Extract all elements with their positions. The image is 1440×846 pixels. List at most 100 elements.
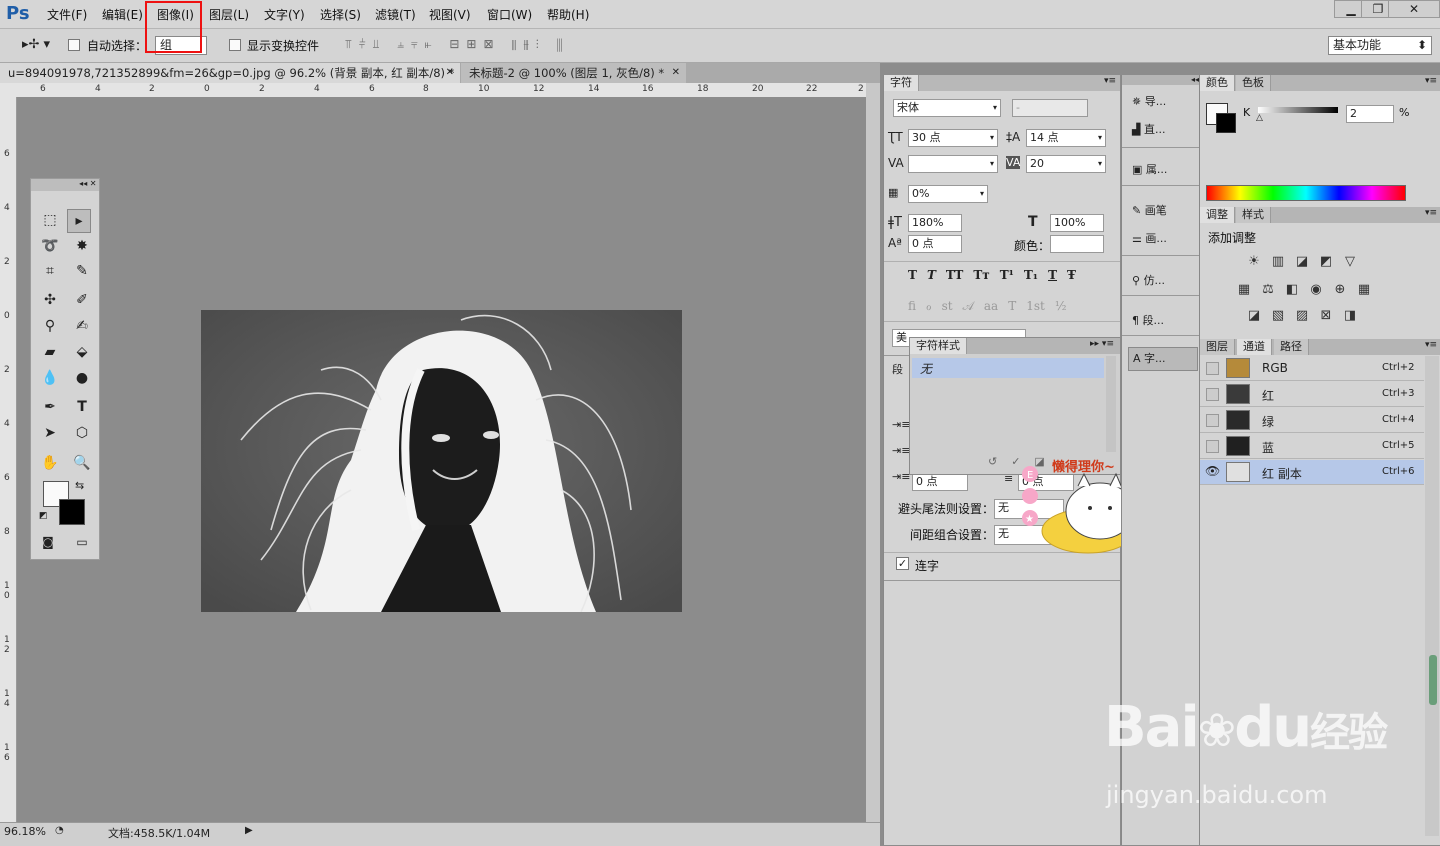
brush-dock-item[interactable]: ✎ 画笔	[1132, 202, 1167, 218]
small-caps-button[interactable]: Tт	[973, 268, 989, 282]
zoom-tool-icon[interactable]: 🔍	[71, 452, 93, 474]
healing-brush-icon[interactable]: ✣	[39, 289, 61, 311]
tab-channels[interactable]: 通道	[1237, 339, 1272, 355]
slider-handle-icon[interactable]: △	[1256, 113, 1263, 123]
channel-mixer-icon[interactable]: ⊕	[1332, 283, 1348, 297]
eraser-icon[interactable]: ▰	[39, 341, 61, 363]
show-transform-checkbox[interactable]	[229, 39, 241, 51]
zoom-level[interactable]: 96.18%	[4, 825, 46, 838]
close-button[interactable]: ✕	[1388, 0, 1440, 18]
tab-swatches[interactable]: 色板	[1236, 75, 1271, 91]
dodge-tool-icon[interactable]: ●	[71, 367, 93, 389]
titling-button[interactable]: T	[1008, 299, 1016, 314]
quick-mask-icon[interactable]: ◙	[37, 531, 59, 553]
panel-menu-icon[interactable]: ▾≡	[1425, 208, 1437, 218]
color-spectrum[interactable]	[1206, 185, 1406, 201]
color-balance-icon[interactable]: ⚖	[1260, 283, 1276, 297]
color-lookup-icon[interactable]: ▦	[1356, 283, 1372, 297]
tools-panel-header[interactable]: ◂◂ ✕	[31, 179, 99, 191]
tab-document-1[interactable]: u=894091978,721352899&fm=26&gp=0.jpg @ 9…	[0, 63, 460, 83]
clone-stamp-icon[interactable]: ⚲	[39, 315, 61, 337]
tsume-input[interactable]: 0% ▾	[908, 185, 988, 203]
brightness-icon[interactable]: ☀	[1246, 255, 1262, 269]
opentype-buttons[interactable]: ﬁ ℴ st 𝒜 aa T 1st ½	[908, 299, 1067, 314]
channel-row[interactable]: 绿 Ctrl+4	[1200, 408, 1424, 433]
status-arrow-icon[interactable]: ▶	[245, 825, 253, 836]
strikethrough-button[interactable]: Ŧ	[1067, 268, 1076, 282]
tab-character[interactable]: 字符	[884, 75, 919, 91]
menu-select[interactable]: 选择(S)	[320, 6, 361, 23]
baseline-input[interactable]: 0 点	[908, 235, 962, 253]
tab-color[interactable]: 颜色	[1200, 75, 1235, 91]
canvas-vertical-scrollbar[interactable]	[866, 83, 880, 823]
move-tool-icon[interactable]: ▸✢ ▾	[22, 37, 50, 52]
background-color-swatch[interactable]	[1216, 113, 1236, 133]
channel-row-selected[interactable]: 👁 红 副本 Ctrl+6	[1200, 460, 1424, 485]
path-select-icon[interactable]: ➤	[39, 422, 61, 444]
tab-paragraph[interactable]: 段	[892, 361, 903, 377]
eyedropper-icon[interactable]: ✎	[71, 260, 93, 282]
k-value-input[interactable]: 2	[1346, 105, 1394, 123]
exposure-icon[interactable]: ◩	[1318, 255, 1334, 269]
fraction-button[interactable]: ½	[1055, 299, 1067, 314]
close-tab-icon[interactable]: ✕	[446, 63, 454, 83]
visibility-toggle[interactable]	[1206, 388, 1219, 401]
align-icons[interactable]: ⫪⫩⫫ ⫨⫧⫦ ⊟⊞⊠ ⫴⫵⫶ ⫼	[345, 37, 569, 52]
underline-button[interactable]: T	[1048, 268, 1057, 282]
panel-menu-icon[interactable]: ▸▸ ▾≡	[1090, 339, 1114, 349]
ordinal-button[interactable]: 1st	[1026, 299, 1045, 314]
document-image[interactable]	[201, 310, 682, 612]
k-slider[interactable]	[1258, 107, 1338, 113]
menu-view[interactable]: 视图(V)	[429, 6, 471, 23]
font-size-input[interactable]: 30 点 ▾	[908, 129, 998, 147]
eye-icon[interactable]: 👁	[1205, 464, 1220, 478]
menu-layer[interactable]: 图层(L)	[209, 6, 249, 23]
stylistic-alt-button[interactable]: aa	[984, 299, 998, 314]
lasso-tool-icon[interactable]: ➰	[39, 235, 61, 257]
paragraph-styles-dock-item[interactable]: ¶ 段...	[1132, 312, 1164, 328]
status-icon[interactable]: ◔	[55, 825, 64, 836]
tab-layers[interactable]: 图层	[1200, 339, 1235, 355]
gradient-map-icon[interactable]: ◨	[1342, 309, 1358, 323]
tab-document-2[interactable]: 未标题-2 @ 100% (图层 1, 灰色/8) * ✕	[461, 63, 686, 83]
panel-menu-icon[interactable]: ▾≡	[1104, 76, 1116, 86]
auto-select-checkbox[interactable]	[68, 39, 80, 51]
move-tool-icon[interactable]: ▸	[67, 209, 91, 233]
screen-mode-icon[interactable]: ▭	[71, 531, 93, 553]
properties-dock-item[interactable]: ▣ 属...	[1132, 161, 1167, 177]
history-brush-icon[interactable]: ✍	[71, 315, 93, 337]
faux-bold-button[interactable]: T	[908, 268, 917, 282]
all-caps-button[interactable]: TT	[946, 268, 963, 282]
default-colors-icon[interactable]: ◩	[39, 511, 48, 521]
invert-icon[interactable]: ◪	[1246, 309, 1262, 323]
close-tab-icon[interactable]: ✕	[672, 63, 680, 83]
selective-color-icon[interactable]: ⊠	[1318, 309, 1334, 323]
visibility-toggle[interactable]	[1206, 440, 1219, 453]
paint-bucket-icon[interactable]: ⬙	[71, 341, 93, 363]
hand-tool-icon[interactable]: ✋	[39, 452, 61, 474]
type-tool-icon[interactable]: T	[71, 396, 93, 418]
subscript-button[interactable]: T₁	[1024, 268, 1038, 282]
menu-help[interactable]: 帮助(H)	[547, 6, 589, 23]
tab-character-styles[interactable]: 字符样式	[910, 338, 967, 354]
clone-source-dock-item[interactable]: ⚲ 仿...	[1132, 272, 1165, 288]
tracking-input[interactable]: 20 ▾	[1026, 155, 1106, 173]
blur-tool-icon[interactable]: 💧	[39, 367, 61, 389]
swash-button[interactable]: 𝒜	[963, 299, 974, 314]
tab-paths[interactable]: 路径	[1274, 339, 1309, 355]
discretionary-ligature-button[interactable]: st	[942, 299, 953, 314]
menu-file[interactable]: 文件(F)	[47, 6, 87, 23]
panel-menu-icon[interactable]: ▾≡	[1425, 340, 1437, 350]
font-family-select[interactable]: 宋体 ▾	[893, 99, 1001, 117]
background-color-swatch[interactable]	[59, 499, 85, 525]
contextual-alt-button[interactable]: ℴ	[926, 299, 932, 314]
layers-scrollbar-thumb[interactable]	[1429, 655, 1437, 705]
vertical-scale-input[interactable]: 180%	[908, 214, 962, 232]
channel-row[interactable]: RGB Ctrl+2	[1200, 356, 1424, 381]
list-item[interactable]: 无	[912, 358, 1104, 378]
horizontal-scale-input[interactable]: 100%	[1050, 214, 1104, 232]
visibility-toggle[interactable]	[1206, 414, 1219, 427]
menu-edit[interactable]: 编辑(E)	[102, 6, 143, 23]
magic-wand-icon[interactable]: ✸	[71, 235, 93, 257]
type-style-buttons[interactable]: T T TT Tт T¹ T₁ T Ŧ	[908, 268, 1076, 282]
